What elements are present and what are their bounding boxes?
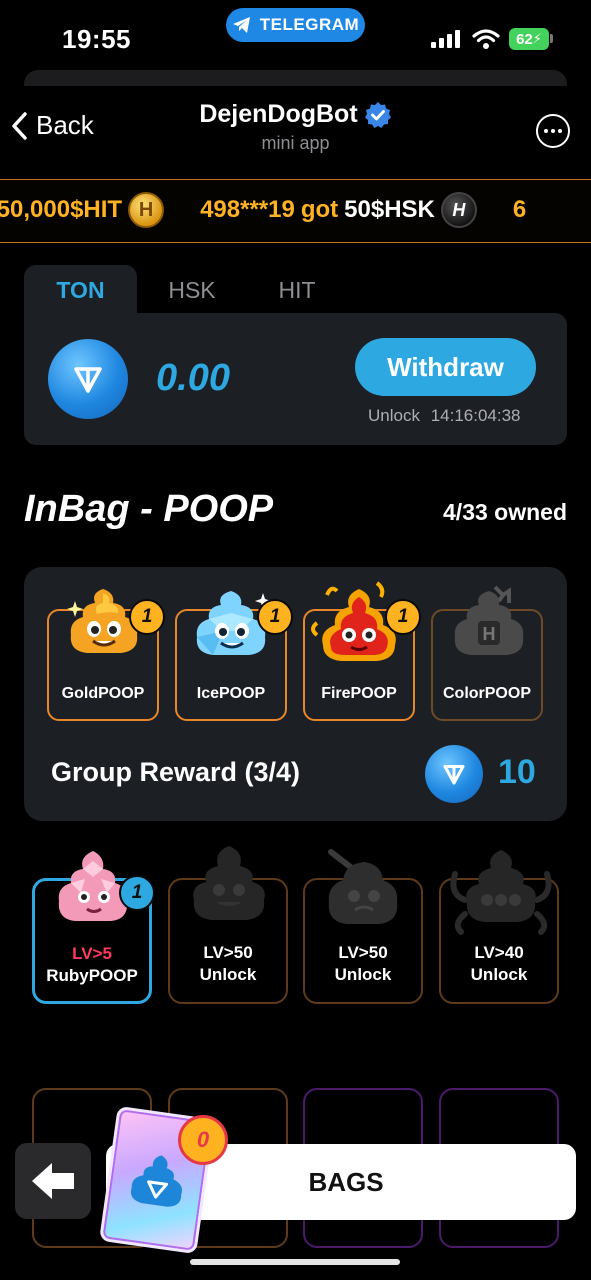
color-poop-locked-icon: H: [454, 585, 524, 655]
winners-ticker: t 50,000$HIT H 498***19 got 50$HSK H 6: [0, 179, 591, 243]
group-item-icepoop[interactable]: 1 IcePOOP: [175, 591, 293, 721]
card-name: RubyPOOP: [46, 966, 138, 985]
withdraw-button[interactable]: Withdraw: [355, 338, 536, 396]
clock: 19:55: [62, 24, 131, 54]
dot: [544, 129, 548, 133]
bag-poop-icon: [130, 1155, 182, 1207]
group-item-goldpoop[interactable]: 1 GoldPOOP: [47, 589, 165, 721]
group-reward-label: Group Reward (3/4): [51, 757, 301, 787]
dot: [551, 129, 555, 133]
telegram-pill-label: TELEGRAM: [259, 15, 360, 34]
count-badge: 1: [119, 875, 155, 911]
level-requirement: LV>5: [72, 944, 112, 963]
level-requirement: LV>50: [203, 943, 253, 962]
nav-bar: Back DejenDogBot mini app: [0, 90, 591, 170]
hsk-coin-icon: H: [440, 192, 477, 228]
card-name: Unlock: [470, 965, 528, 984]
item-name: GoldPOOP: [61, 685, 145, 702]
balance-card: 0.00 Withdraw Unlock 14:16:04:38: [24, 313, 567, 445]
title-block: DejenDogBot mini app: [0, 100, 591, 154]
charging-icon: ⚡: [532, 31, 542, 46]
battery-indicator: 62 ⚡: [509, 28, 549, 50]
status-bar: 19:55 TELEGRAM 62 ⚡: [0, 0, 591, 70]
card-name: Unlock: [334, 965, 392, 984]
ton-coin-icon: [48, 339, 128, 419]
telegram-pill[interactable]: TELEGRAM: [226, 8, 365, 42]
verified-icon: [364, 101, 391, 128]
sheet-handle-strip: [24, 70, 567, 86]
group-reward-card: 1 GoldPOOP 1 IcePOOP 1 FirePOOP H ColorP…: [24, 567, 567, 821]
home-indicator: [190, 1259, 400, 1265]
super-poop-locked-icon: [193, 846, 265, 920]
ticker-user: 498***19: [200, 196, 295, 223]
battery-nub: [550, 34, 553, 43]
level-requirement: LV>50: [338, 943, 388, 962]
card-locked[interactable]: LV>50 Unlock: [168, 846, 288, 1004]
count-badge: 1: [129, 599, 165, 635]
item-name: FirePOOP: [321, 685, 397, 702]
ticker-track: t 50,000$HIT H 498***19 got 50$HSK H 6: [0, 192, 526, 228]
group-item-colorpoop[interactable]: H ColorPOOP: [431, 585, 543, 721]
battery-level: 62: [516, 30, 533, 48]
currency-tabs: TON HSK HIT: [24, 265, 347, 315]
balance-value: 0.00: [156, 357, 230, 399]
inbag-title: InBag - POOP: [24, 488, 274, 530]
ton-coin-icon: [425, 745, 483, 803]
more-options-button[interactable]: [536, 114, 570, 148]
exit-button[interactable]: [15, 1143, 91, 1219]
tab-hsk[interactable]: HSK: [137, 265, 247, 315]
svg-text:H: H: [483, 624, 496, 644]
owned-count: 4/33 owned: [443, 499, 567, 525]
count-badge: 1: [385, 599, 421, 635]
hit-coin-icon: H: [128, 192, 165, 228]
group-item-firepoop[interactable]: 1 FirePOOP: [303, 581, 421, 721]
ticker-partial: 6: [512, 196, 527, 223]
card-locked[interactable]: LV>40 Unlock: [439, 850, 559, 1004]
arrow-left-icon: [32, 1163, 74, 1199]
unlock-label: Unlock: [368, 406, 420, 425]
telegram-icon: [232, 17, 250, 33]
unlock-countdown: 14:16:04:38: [430, 406, 521, 425]
tab-ton[interactable]: TON: [24, 265, 137, 315]
bag-count-badge: 0: [178, 1115, 228, 1165]
card-rubypoop[interactable]: 1 LV>5 RubyPOOP: [32, 851, 155, 1004]
monkey-poop-locked-icon: [328, 849, 398, 924]
group-reward-value: 10: [498, 753, 536, 791]
tab-hit[interactable]: HIT: [247, 265, 347, 315]
card-locked[interactable]: LV>50 Unlock: [303, 849, 423, 1004]
signal-icon: [431, 30, 460, 48]
unlock-timer: Unlock 14:16:04:38: [368, 406, 521, 426]
card-name: Unlock: [199, 965, 257, 984]
bot-name: DejenDogBot: [199, 100, 358, 128]
count-badge: 1: [257, 599, 293, 635]
level-requirement: LV>40: [474, 943, 524, 962]
page-title: DejenDogBot: [199, 100, 391, 129]
item-name: ColorPOOP: [442, 685, 531, 702]
page-subtitle: mini app: [261, 133, 330, 153]
dot: [558, 129, 562, 133]
wifi-icon: [472, 29, 500, 49]
ticker-amount: t 50,000$HIT: [0, 196, 123, 223]
ticker-amount: 50$HSK: [344, 196, 435, 223]
octopus-poop-locked-icon: [450, 850, 552, 935]
item-name: IcePOOP: [196, 685, 266, 702]
ticker-got: got: [300, 196, 339, 223]
